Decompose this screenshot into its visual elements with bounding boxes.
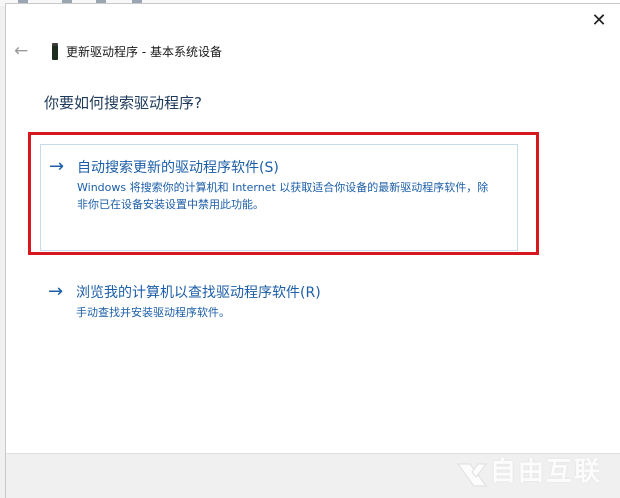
auto-search-option[interactable]: → 自动搜索更新的驱动程序软件(S) Windows 将搜索你的计算机和 Int… [40,144,518,251]
right-arrow-icon: → [49,156,65,177]
device-icon [52,42,58,60]
option-description: Windows 将搜索你的计算机和 Internet 以获取适合你设备的最新驱动… [77,181,489,211]
option-description: 手动查找并安装驱动程序软件。 [76,306,230,319]
dialog-header: ← 更新驱动程序 - 基本系统设备 [14,40,222,62]
back-arrow-icon[interactable]: ← [14,41,34,61]
search-question-heading: 你要如何搜索驱动程序? [44,94,202,112]
watermark-text: 自由互联 [489,457,602,487]
close-icon[interactable]: ✕ [588,10,610,32]
right-arrow-icon: → [48,281,64,302]
browse-computer-option[interactable]: → 浏览我的计算机以查找驱动程序软件(R) 手动查找并安装驱动程序软件。 [40,270,516,319]
option-title: 浏览我的计算机以查找驱动程序软件(R) [76,285,321,301]
dialog-title: 更新驱动程序 - 基本系统设备 [66,44,222,59]
update-driver-dialog: ✕ ← 更新驱动程序 - 基本系统设备 你要如何搜索驱动程序? → 自动搜索更新… [5,3,620,498]
dialog-footer: 自由互联 [6,453,620,498]
option-title: 自动搜索更新的驱动程序软件(S) [77,160,279,176]
watermark-logo-icon [457,463,488,487]
